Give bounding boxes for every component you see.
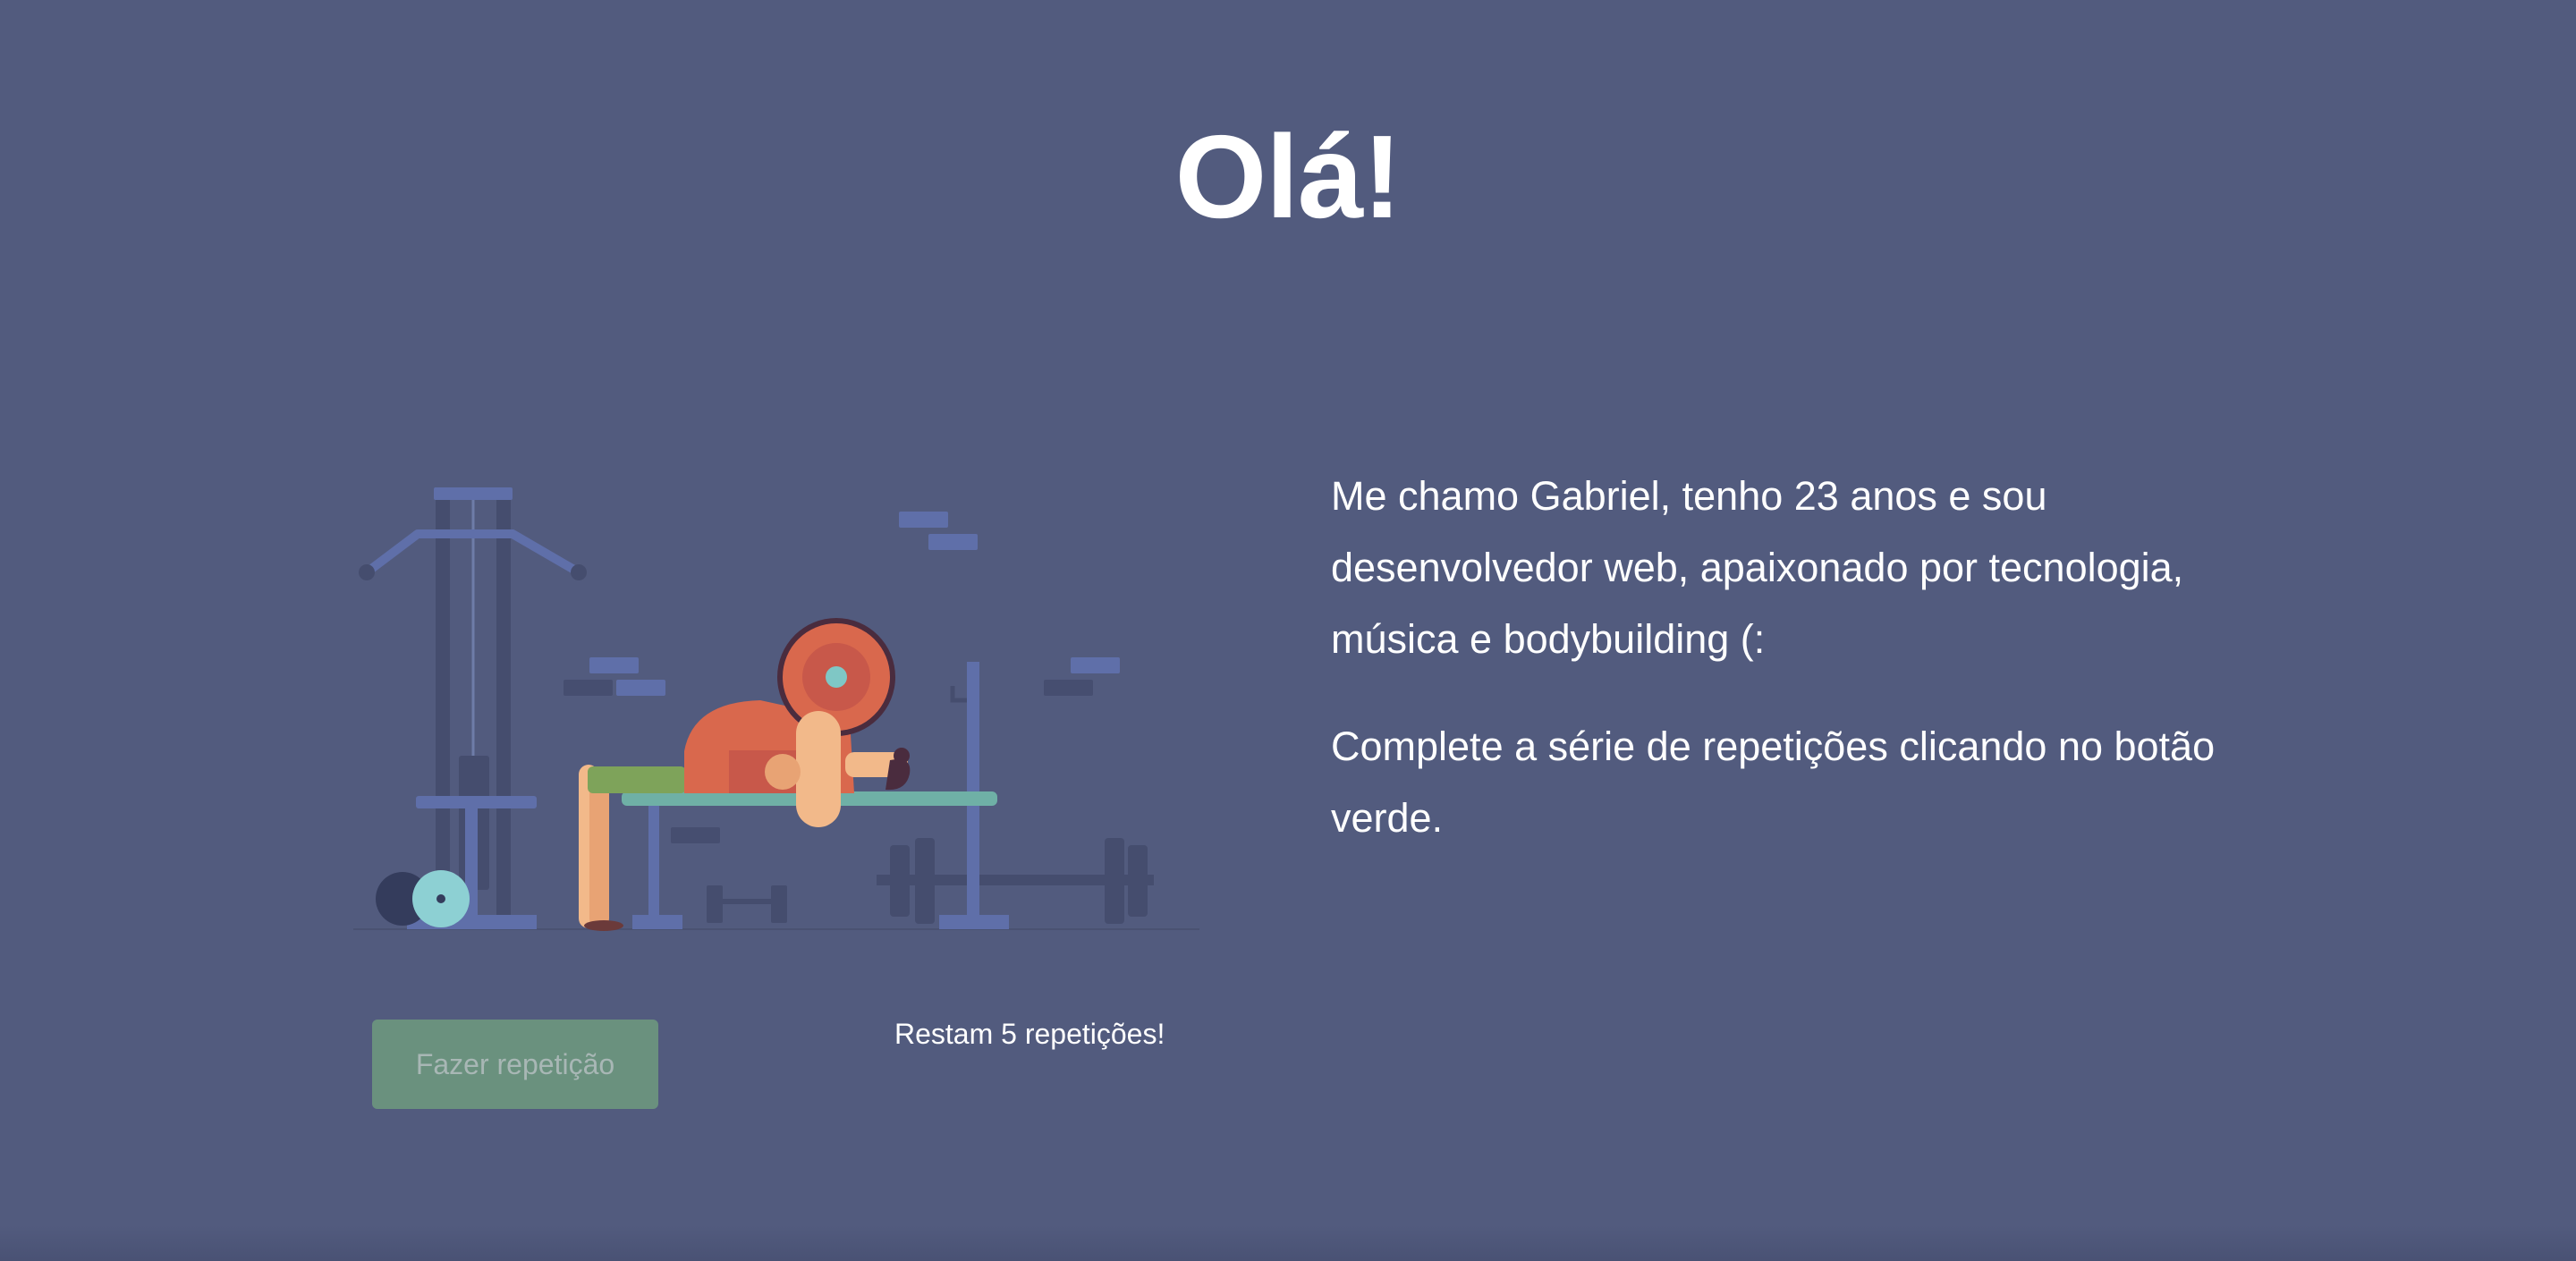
do-repetition-button[interactable]: Fazer repetição <box>372 1020 658 1109</box>
page-title: Olá! <box>1174 111 1402 242</box>
intro-text: Me chamo Gabriel, tenho 23 anos e sou de… <box>1331 473 2184 662</box>
bench-press-illustration <box>353 487 1199 935</box>
repetitions-counter: Restam 5 repetições! <box>894 1018 1165 1050</box>
page: Olá! Me chamo Gabriel, tenho 23 anos e s… <box>0 0 2576 1261</box>
instructions-text: Complete a série de repetições clicando … <box>1331 724 2216 841</box>
